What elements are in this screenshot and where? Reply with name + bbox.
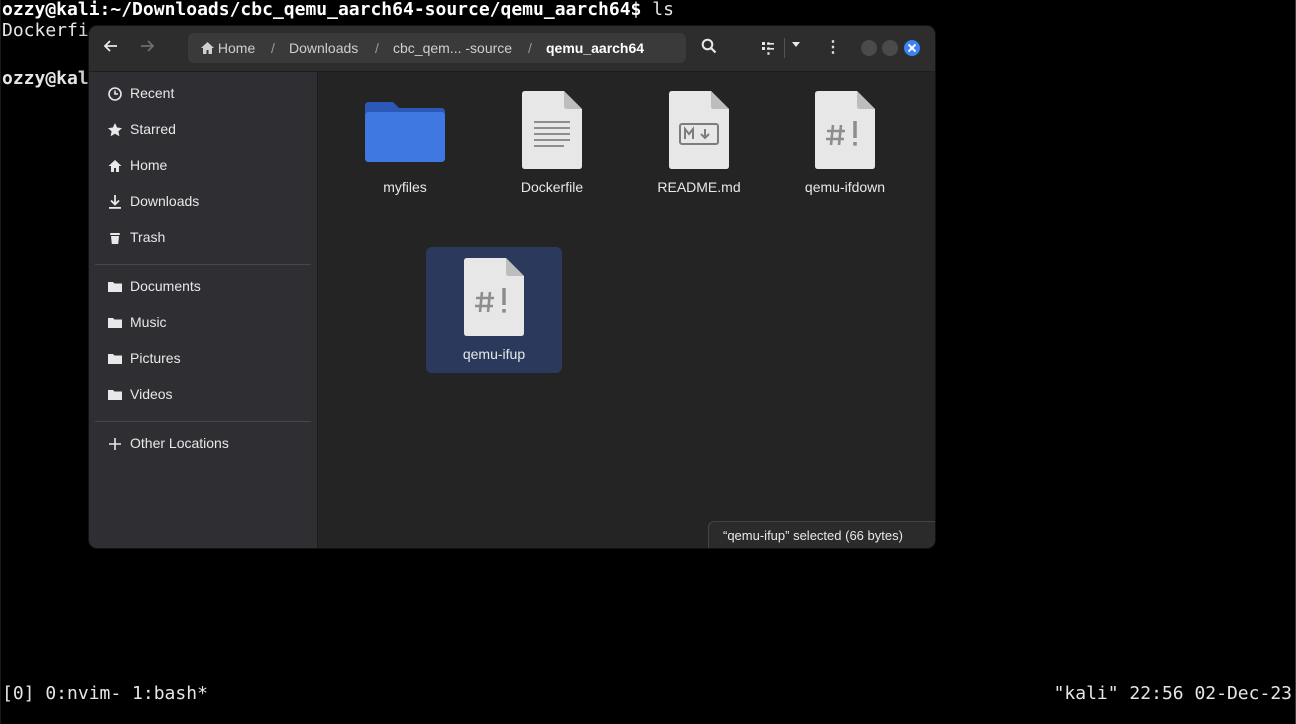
back-button[interactable] (101, 38, 121, 58)
home-icon (108, 160, 122, 172)
view-options-dropdown[interactable] (790, 38, 802, 53)
prompt-path: :~/Downloads/cbc_qemu_aarch64-source/qem… (99, 0, 642, 20)
terminal-prompt-line: ozzy@kali:~/Downloads/cbc_qemu_aarch64-s… (2, 0, 674, 20)
script-file-icon (464, 258, 524, 336)
breadcrumb-separator: / (528, 40, 532, 56)
file-name: qemu-ifup (462, 346, 526, 362)
breadcrumb-separator: / (271, 40, 275, 56)
selection-status-text: “qemu-ifup” selected (66 bytes) (723, 528, 903, 543)
search-button[interactable] (701, 38, 719, 56)
file-item-myfiles[interactable]: myfiles (337, 80, 473, 206)
header-bar: Home / Downloads / cbc_qem... -source / … (89, 26, 935, 72)
list-view-icon (762, 42, 774, 50)
chevron-down-icon (792, 42, 800, 47)
path-bar: Home / Downloads / cbc_qem... -source / … (188, 33, 776, 63)
sidebar-item-label: Trash (130, 229, 166, 245)
file-item-qemu-ifdown[interactable]: qemu-ifdown (777, 80, 913, 206)
markdown-file-icon (669, 91, 729, 169)
file-item-readme[interactable]: README.md (631, 80, 767, 206)
terminal-output-line: Dockerfi (2, 20, 89, 41)
tmux-status-right: "kali" 22:56 02-Dec-23 (1053, 683, 1292, 704)
sidebar-item-label: Downloads (130, 193, 200, 209)
terminal-left-border (0, 0, 1, 724)
sidebar-item-label: Videos (130, 386, 173, 402)
sidebar-item-label: Starred (130, 121, 176, 137)
sidebar-item-label: Home (130, 157, 168, 173)
sidebar-item-label: Music (130, 314, 167, 330)
file-manager-window[interactable]: Home / Downloads / cbc_qem... -source / … (89, 26, 935, 548)
file-name: qemu-ifdown (804, 179, 886, 195)
selection-status: “qemu-ifup” selected (66 bytes) (708, 521, 935, 548)
folder-icon (365, 102, 445, 162)
file-item-qemu-ifup[interactable]: qemu-ifup (426, 247, 562, 373)
breadcrumb-downloads[interactable]: Downloads (289, 40, 358, 56)
script-file-icon (815, 91, 875, 169)
breadcrumb-home-label: Home (217, 40, 256, 56)
close-button[interactable] (904, 40, 920, 56)
file-name: myfiles (383, 179, 427, 195)
folder-icon (108, 318, 122, 328)
file-name: Dockerfile (520, 179, 584, 195)
view-divider (784, 38, 785, 58)
trash-icon (110, 233, 120, 244)
view-toggle-button[interactable] (761, 39, 775, 58)
terminal-prompt-line-2: ozzy@kal (2, 68, 89, 89)
breadcrumb-home[interactable]: Home (201, 40, 255, 56)
minimize-button[interactable] (861, 40, 877, 56)
file-name: README.md (657, 179, 741, 195)
breadcrumb-current[interactable]: qemu_aarch64 (546, 40, 644, 56)
sidebar-item-label: Other Locations (130, 435, 229, 451)
download-icon (109, 195, 121, 209)
sidebar-item-label: Recent (130, 85, 175, 101)
arrow-left-icon (103, 40, 117, 52)
sidebar-item-label: Documents (130, 278, 201, 294)
sidebar-separator (95, 264, 311, 265)
home-icon (201, 42, 214, 54)
main-menu-button[interactable]: ⋮ (825, 37, 841, 57)
breadcrumb-source[interactable]: cbc_qem... -source (393, 40, 512, 56)
file-grid: myfiles Dockerfile README.md qemu-ifdown… (318, 72, 935, 548)
folder-icon (108, 354, 122, 364)
plus-icon (109, 438, 121, 450)
clock-icon (108, 87, 122, 101)
search-icon (701, 38, 717, 54)
file-item-dockerfile[interactable]: Dockerfile (484, 80, 620, 206)
sidebar-item-label: Pictures (130, 350, 181, 366)
forward-button[interactable] (137, 38, 157, 58)
tmux-window-list: [0] 0:nvim- 1:bash* (2, 683, 208, 704)
prompt-user: ozzy@kali (2, 0, 100, 20)
folder-icon (108, 282, 122, 292)
star-icon (108, 123, 122, 137)
text-file-icon (522, 91, 582, 169)
folder-icon (108, 390, 122, 400)
breadcrumb-separator: / (375, 40, 379, 56)
arrow-right-icon (141, 40, 155, 52)
maximize-button[interactable] (882, 40, 898, 56)
sidebar: Recent Starred Home Downloads Trash Docu… (89, 72, 318, 548)
prompt-command: ls (641, 0, 674, 20)
sidebar-separator (95, 421, 311, 422)
